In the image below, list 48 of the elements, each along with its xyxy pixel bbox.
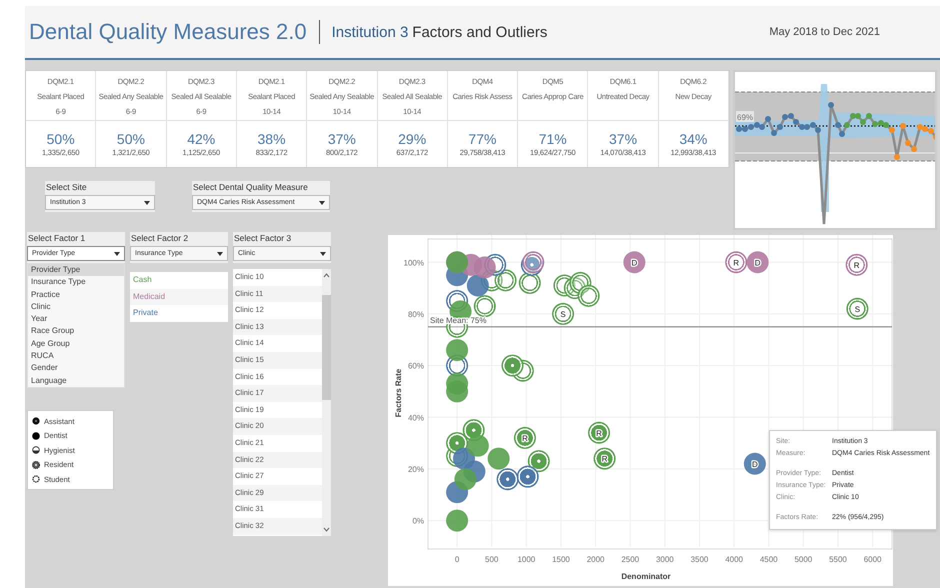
date-range: May 2018 to Dec 2021 bbox=[769, 26, 880, 38]
filter-label: Select Factor 2 bbox=[130, 232, 190, 245]
axis-tick-label: 500 bbox=[485, 555, 498, 564]
axis-tick-label: 2000 bbox=[586, 555, 604, 564]
filter-label: Select Dental Quality Measure bbox=[192, 181, 309, 194]
measure-rate: 37% bbox=[609, 131, 638, 148]
axis-tick-label: 3500 bbox=[690, 555, 708, 564]
point-label: D bbox=[631, 258, 638, 268]
measure-rate: 37% bbox=[328, 131, 356, 148]
measure-rate: 34% bbox=[679, 131, 708, 148]
filter-label: Select Site bbox=[45, 181, 88, 194]
point-label: D bbox=[752, 460, 758, 469]
measure-rate: 77% bbox=[468, 131, 496, 148]
measure-rate: 42% bbox=[187, 131, 216, 148]
axis-tick-label: 60% bbox=[408, 362, 424, 371]
axis-tick-label: 80% bbox=[408, 310, 424, 319]
point-label: S bbox=[560, 310, 566, 319]
axis-tick-label: 5500 bbox=[829, 555, 847, 564]
measure-rate: 50% bbox=[116, 131, 145, 148]
axis-tick-label: 2500 bbox=[621, 555, 640, 564]
axis-tick-label: 5000 bbox=[794, 555, 812, 564]
point-label: R bbox=[854, 260, 860, 270]
axis-tick-label: 0% bbox=[412, 516, 424, 526]
measure-rate: 38% bbox=[258, 131, 286, 148]
dashboard-subtitle: Factors and Outliers bbox=[412, 24, 548, 40]
mean-label: 69% bbox=[737, 113, 754, 122]
axis-tick-label: 100% bbox=[404, 258, 424, 268]
dashboard-title: Dental Quality Measures 2.0 bbox=[29, 19, 307, 45]
site-name: Institution 3 bbox=[332, 24, 408, 40]
axis-tick-label: 20% bbox=[408, 464, 424, 474]
axis-title: Factors Rate bbox=[394, 368, 403, 418]
axis-tick-label: 1000 bbox=[517, 555, 536, 564]
axis-tick-label: 3000 bbox=[656, 555, 674, 564]
axis-tick-label: 6000 bbox=[864, 555, 882, 564]
axis-tick-label: 0 bbox=[454, 555, 460, 564]
measure-rate: 29% bbox=[398, 131, 426, 148]
axis-tick-label: 40% bbox=[408, 413, 424, 422]
point-label: R bbox=[733, 258, 740, 268]
filter-label: Select Factor 3 bbox=[233, 232, 292, 245]
axis-tick-label: 4000 bbox=[725, 555, 743, 564]
point-label: D bbox=[754, 258, 761, 268]
point-label: S bbox=[854, 304, 860, 314]
measure-rate: 50% bbox=[46, 131, 75, 148]
axis-tick-label: 1500 bbox=[552, 555, 570, 564]
axis-title: Denominator bbox=[621, 572, 671, 581]
measure-rate: 71% bbox=[538, 131, 567, 148]
axis-tick-label: 4500 bbox=[760, 555, 778, 564]
filter-label: Select Factor 1 bbox=[27, 232, 86, 245]
